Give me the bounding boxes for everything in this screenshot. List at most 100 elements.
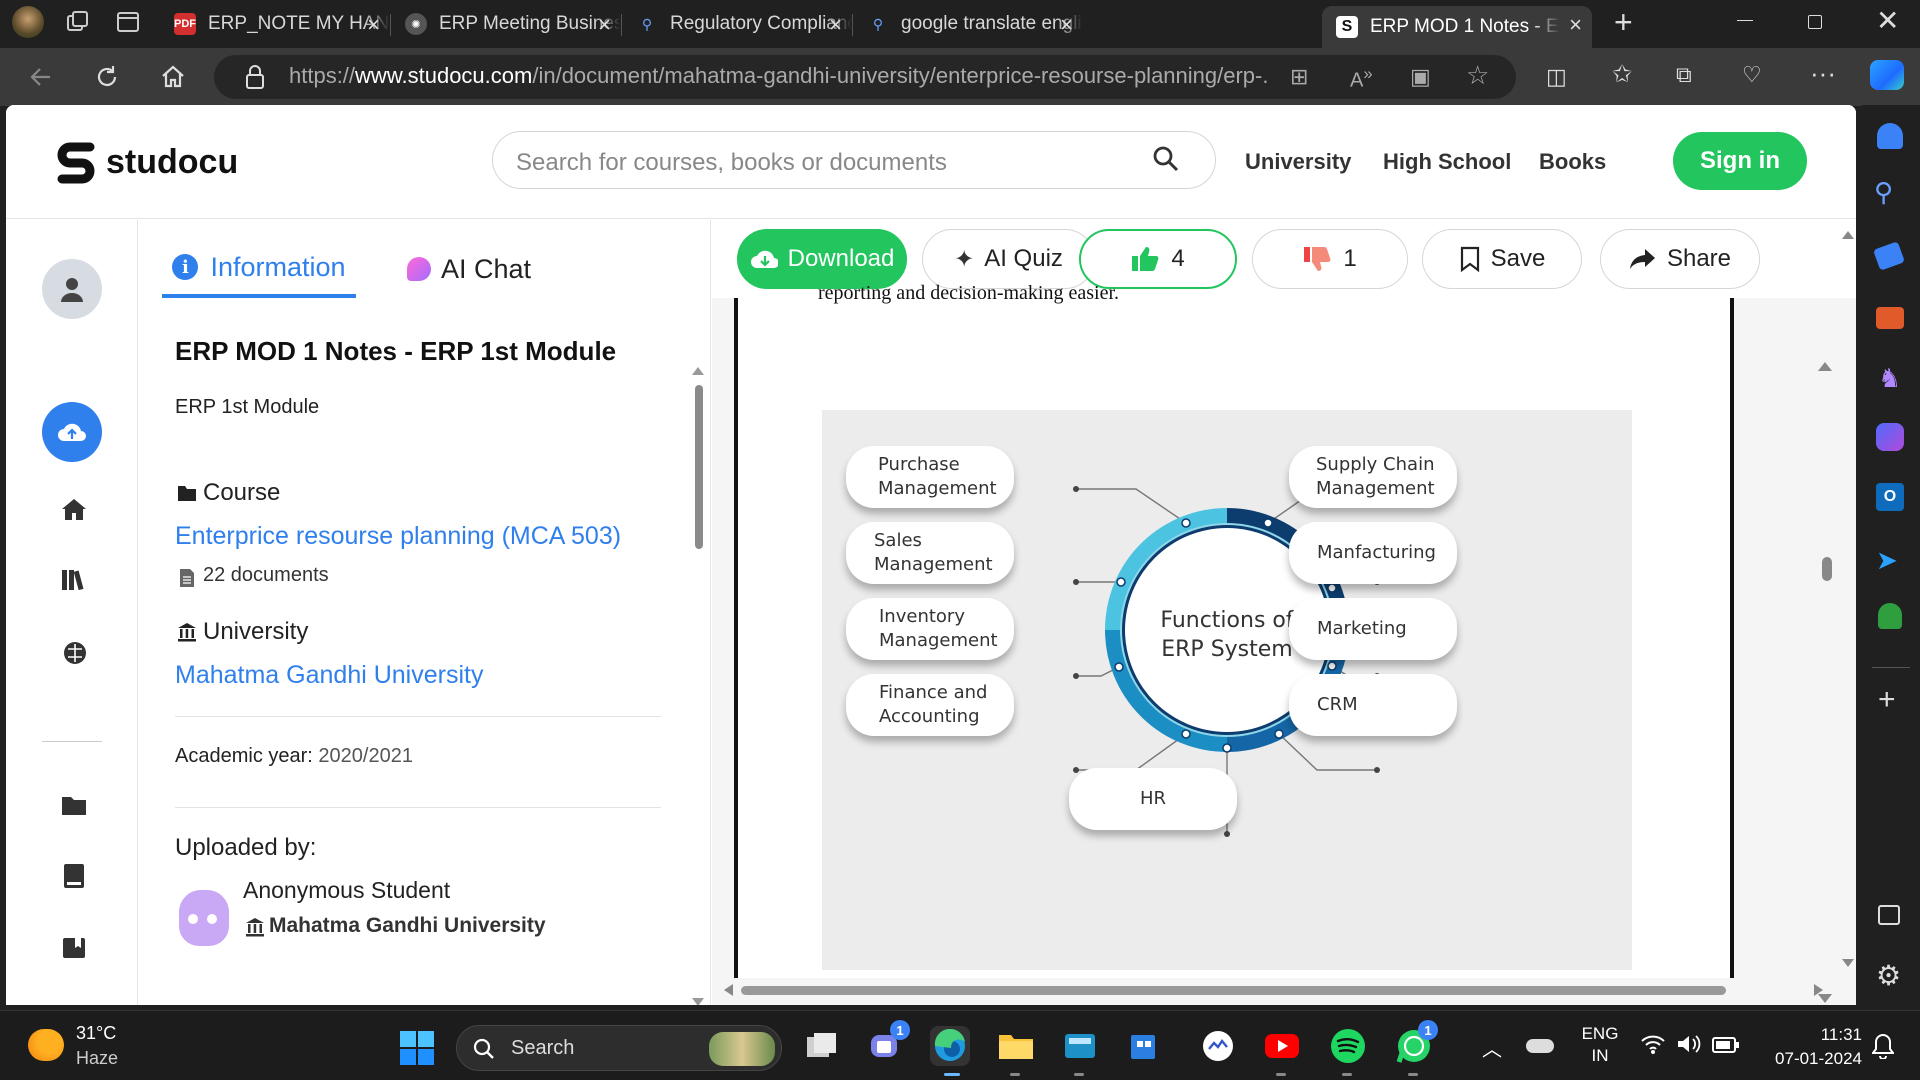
sign-in-button[interactable]: Sign in [1673, 132, 1807, 190]
panel-scroll-down[interactable] [692, 998, 704, 1005]
doc-scroll-up[interactable] [1818, 362, 1832, 371]
download-button[interactable]: Download [737, 229, 907, 289]
microsoft365-icon[interactable] [1876, 423, 1904, 451]
browser-essentials-icon[interactable]: ♡ [1742, 62, 1762, 88]
outlook-icon[interactable]: O [1876, 483, 1904, 511]
taskbar-search[interactable]: Search [456, 1025, 782, 1071]
tab-erp-meeting[interactable]: ✺ ERP Meeting Business I × [391, 6, 621, 42]
avatar[interactable] [42, 259, 102, 319]
wifi-icon[interactable] [1640, 1033, 1666, 1061]
task-view-icon[interactable] [802, 1026, 842, 1066]
restore-button[interactable] [1808, 15, 1822, 29]
tree-icon[interactable] [1878, 603, 1902, 629]
close-tab-icon[interactable]: × [1060, 12, 1073, 38]
calculator-icon[interactable] [1060, 1026, 1100, 1066]
uploader-avatar[interactable] [179, 890, 229, 946]
close-tab-icon[interactable]: × [1569, 12, 1582, 38]
search-sidebar-icon[interactable]: ⚲ [1874, 177, 1893, 208]
tab-google-translate[interactable]: ⚲ google translate englis × [853, 6, 1083, 42]
tab-erp-note-pdf[interactable]: PDF ERP_NOTE MY HANDW × [160, 6, 390, 42]
battery-icon[interactable] [1712, 1037, 1740, 1058]
tab-ai-chat[interactable]: AI Chat [389, 240, 549, 298]
url-text[interactable]: https://www.studocu.com/in/document/maha… [289, 63, 1269, 89]
nav-university[interactable]: University [1245, 149, 1351, 175]
hide-sidebar-icon[interactable] [1878, 905, 1900, 925]
doc-hscroll-right[interactable] [1814, 984, 1823, 996]
home-icon[interactable] [61, 497, 87, 526]
course-link[interactable]: Enterprice resourse planning (MCA 503) [175, 522, 621, 551]
doc-scrollbar-thumb[interactable] [1822, 557, 1832, 581]
add-sidebar-icon[interactable]: + [1878, 683, 1896, 717]
tab-information[interactable]: i Information [162, 240, 356, 298]
onedrive-icon[interactable] [1526, 1039, 1554, 1053]
edge-icon[interactable] [930, 1026, 970, 1066]
panel-scrollbar-thumb[interactable] [695, 385, 703, 549]
games-icon[interactable]: ♞ [1878, 363, 1901, 394]
tools-icon[interactable] [1876, 307, 1904, 329]
nav-high-school[interactable]: High School [1383, 149, 1511, 175]
teams-icon[interactable]: 1 [866, 1020, 910, 1066]
store-icon[interactable] [1124, 1026, 1164, 1066]
nav-books[interactable]: Books [1539, 149, 1606, 175]
collections-icon[interactable]: ⧉ [1676, 62, 1692, 88]
document-count[interactable]: 22 documents [203, 564, 329, 587]
search-icon[interactable] [1152, 145, 1180, 178]
copilot-icon[interactable] [1870, 60, 1904, 90]
split-screen-icon[interactable]: ◫ [1546, 64, 1567, 90]
university-link[interactable]: Mahatma Gandhi University [175, 661, 483, 690]
bookmarks-icon[interactable] [61, 936, 87, 965]
uploader-name[interactable]: Anonymous Student [243, 877, 450, 904]
file-explorer-icon[interactable] [996, 1026, 1036, 1066]
youtube-icon[interactable] [1262, 1026, 1302, 1066]
close-tab-icon[interactable]: × [598, 12, 611, 38]
notifications-icon[interactable] [1877, 123, 1903, 149]
spotify-icon[interactable] [1328, 1026, 1368, 1066]
new-tab-button[interactable]: + [1614, 4, 1633, 41]
refresh-icon[interactable] [88, 58, 126, 96]
vpn-icon[interactable] [1198, 1026, 1238, 1066]
studocu-logo[interactable]: studocu [54, 139, 238, 185]
tab-regulatory-compliance[interactable]: ⚲ Regulatory Compliance × [622, 6, 852, 42]
uploader-university[interactable]: Mahatma Gandhi University [269, 914, 546, 938]
weather-desc[interactable]: Haze [76, 1048, 118, 1069]
page-scroll-up[interactable] [1842, 231, 1854, 239]
save-button[interactable]: Save [1422, 229, 1582, 289]
tab-actions-icon[interactable] [116, 10, 140, 34]
favorites-icon[interactable]: ✩ [1612, 60, 1632, 89]
weather-icon[interactable] [28, 1029, 64, 1061]
immersive-reader-icon[interactable]: ▣ [1410, 64, 1431, 90]
doc-hscroll-left[interactable] [724, 984, 733, 996]
ai-quiz-button[interactable]: ✦ AI Quiz [922, 229, 1095, 289]
settings-icon[interactable]: ⚙ [1876, 959, 1901, 992]
page-scroll-down[interactable] [1842, 959, 1854, 967]
favorite-star-icon[interactable]: ☆ [1466, 60, 1489, 91]
dislike-button[interactable]: 1 [1252, 229, 1408, 289]
clock[interactable]: 11:31 07-01-2024 [1752, 1023, 1862, 1071]
panel-scroll-up[interactable] [692, 367, 704, 375]
shopping-icon[interactable] [1873, 241, 1905, 271]
language-indicator[interactable]: ENG IN [1580, 1023, 1620, 1067]
notification-bell-icon[interactable] [1871, 1033, 1895, 1064]
workspaces-icon[interactable] [66, 10, 90, 34]
profile-avatar[interactable] [12, 6, 44, 38]
send-icon[interactable]: ➤ [1876, 545, 1898, 576]
show-hidden-icons[interactable]: ︿ [1482, 1033, 1502, 1062]
folder-icon[interactable] [61, 794, 87, 821]
close-window-button[interactable]: ✕ [1876, 4, 1899, 37]
library-icon[interactable] [61, 568, 87, 597]
tab-erp-mod1-active[interactable]: S ERP MOD 1 Notes - ERP × [1322, 6, 1592, 48]
back-icon[interactable] [22, 58, 60, 96]
read-aloud-icon[interactable]: A» [1350, 64, 1373, 93]
close-tab-icon[interactable]: × [829, 12, 842, 38]
start-button[interactable] [400, 1031, 434, 1065]
like-button[interactable]: 4 [1079, 229, 1237, 289]
volume-icon[interactable] [1676, 1033, 1702, 1060]
home-icon[interactable] [154, 58, 192, 96]
ai-brain-icon[interactable] [62, 640, 88, 671]
doc-hscroll-thumb[interactable] [741, 986, 1726, 995]
share-button[interactable]: Share [1600, 229, 1760, 289]
book-icon[interactable] [62, 863, 86, 894]
more-options-icon[interactable]: ··· [1810, 58, 1836, 89]
lock-icon[interactable] [244, 64, 266, 95]
close-tab-icon[interactable]: × [367, 12, 380, 38]
